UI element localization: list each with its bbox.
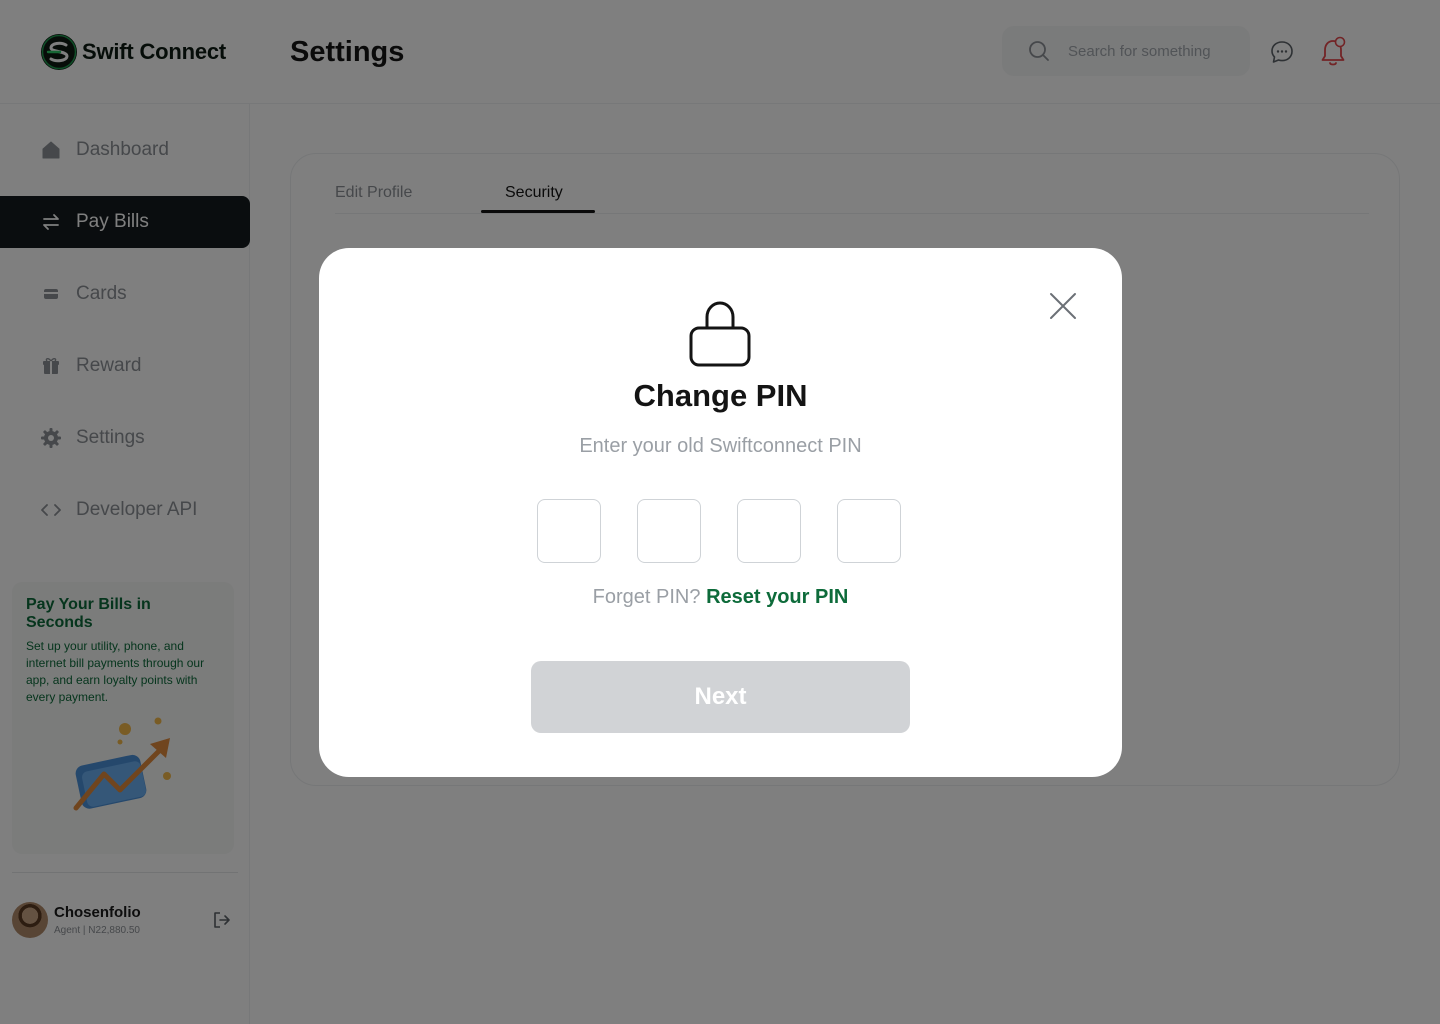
- forget-pin-text: Forget PIN?: [592, 586, 701, 608]
- forget-pin-row: Forget PIN? Reset your PIN: [319, 586, 1122, 609]
- pin-digit-4[interactable]: [837, 499, 901, 563]
- modal-title: Change PIN: [633, 378, 808, 413]
- reset-pin-link[interactable]: Reset your PIN: [706, 586, 848, 608]
- close-icon[interactable]: [1047, 290, 1079, 322]
- next-button[interactable]: Next: [531, 661, 910, 733]
- change-pin-modal: Change PIN Enter your old Swiftconnect P…: [319, 248, 1122, 777]
- pin-input-group: [537, 499, 901, 563]
- modal-subtitle: Enter your old Swiftconnect PIN: [579, 435, 862, 457]
- pin-digit-2[interactable]: [637, 499, 701, 563]
- pin-digit-3[interactable]: [737, 499, 801, 563]
- pin-digit-1[interactable]: [537, 499, 601, 563]
- lock-icon: [689, 301, 751, 367]
